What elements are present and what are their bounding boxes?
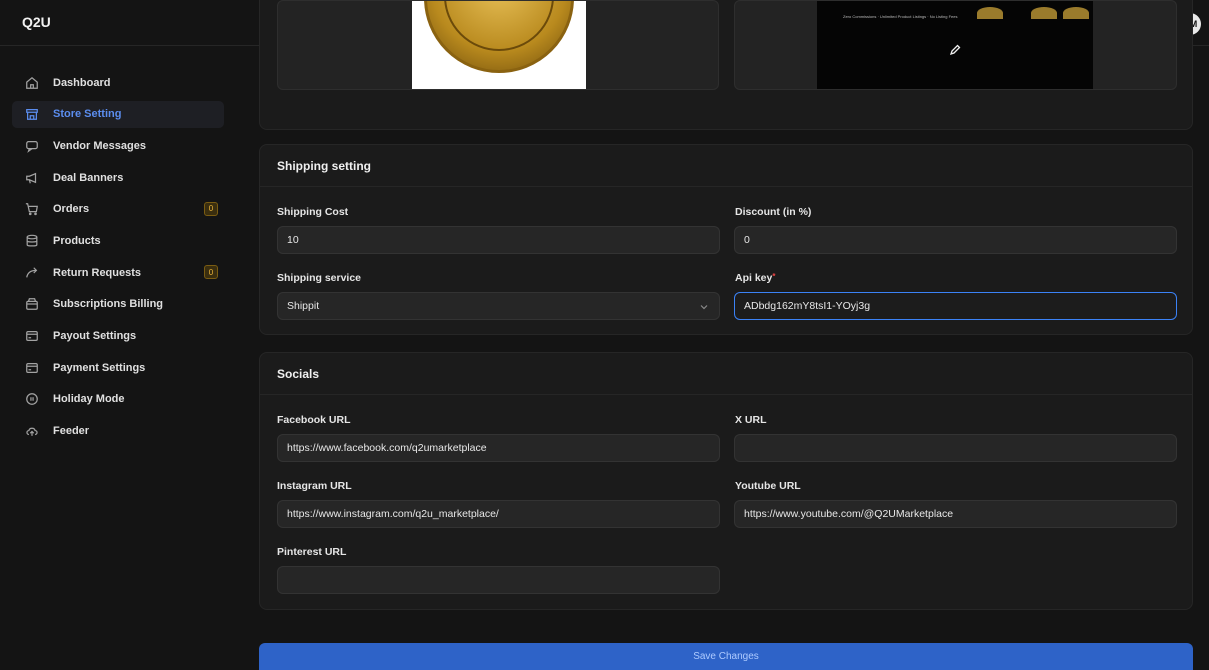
discount-input[interactable]: 0 — [734, 226, 1177, 254]
card-icon — [24, 360, 40, 376]
shipping-service-label: Shipping service — [277, 272, 362, 284]
sidebar-item-label: Payout Settings — [53, 330, 137, 342]
shipping-cost-label: Shipping Cost — [277, 206, 349, 218]
x-url-label: X URL — [735, 414, 767, 426]
sidebar-item-products[interactable]: Products — [12, 227, 224, 254]
banner-coin-graphic — [977, 7, 1003, 19]
store-logo-box[interactable] — [277, 0, 719, 90]
sidebar: Dashboard Store Setting Vendor Messages … — [0, 47, 234, 670]
sidebar-item-dashboard[interactable]: Dashboard — [12, 69, 224, 96]
socials-title: Socials — [260, 353, 1192, 395]
sidebar-item-holiday-mode[interactable]: Holiday Mode — [12, 386, 224, 413]
megaphone-icon — [24, 170, 40, 186]
discount-label: Discount (in %) — [735, 206, 812, 218]
sidebar-item-label: Subscriptions Billing — [53, 298, 164, 311]
sidebar-item-orders[interactable]: Orders 0 — [12, 196, 224, 223]
sidebar-item-label: Deal Banners — [53, 171, 124, 184]
store-banner-box[interactable]: Zero Commissions · Unlimited Product Lis… — [734, 0, 1177, 90]
pinterest-url-input[interactable] — [277, 566, 720, 594]
credit-card-icon — [24, 328, 40, 344]
home-icon — [24, 75, 40, 91]
sidebar-item-feeder[interactable]: Feeder — [12, 418, 224, 445]
save-changes-button[interactable]: Save Changes — [259, 643, 1193, 670]
shipping-setting-title: Shipping setting — [260, 145, 1192, 187]
sidebar-item-label: Vendor Messages — [53, 139, 146, 152]
sidebar-item-label: Return Requests — [53, 266, 142, 279]
sidebar-item-return-requests[interactable]: Return Requests 0 — [12, 259, 224, 286]
sidebar-item-payout-settings[interactable]: Payout Settings — [12, 323, 224, 350]
instagram-url-input[interactable]: https://www.instagram.com/q2u_marketplac… — [277, 500, 720, 528]
shipping-cost-input[interactable]: 10 — [277, 226, 720, 254]
sidebar-item-label: Orders — [53, 203, 90, 216]
required-asterisk: * — [772, 272, 776, 281]
sidebar-item-label: Payment Settings — [53, 361, 146, 374]
sidebar-item-store-setting[interactable]: Store Setting — [12, 100, 224, 128]
banner-caption: Zero Commissions · Unlimited Product Lis… — [843, 14, 958, 19]
pinterest-url-label: Pinterest URL — [277, 546, 347, 558]
facebook-url-label: Facebook URL — [277, 414, 351, 426]
app-logo[interactable]: Q2U — [22, 14, 51, 30]
edit-pencil-icon[interactable] — [948, 43, 962, 57]
sidebar-nav: Dashboard Store Setting Vendor Messages … — [12, 69, 224, 449]
sidebar-item-vendor-messages[interactable]: Vendor Messages — [12, 132, 224, 159]
sidebar-item-label: Dashboard — [53, 76, 111, 89]
youtube-url-input[interactable]: https://www.youtube.com/@Q2UMarketplace — [734, 500, 1177, 528]
api-key-label: Api key* — [735, 272, 775, 284]
shipping-service-select[interactable]: Shippit — [277, 292, 720, 320]
api-key-input[interactable]: ADbdg162mY8tsI1-YOyj3g — [734, 292, 1177, 320]
cart-icon — [24, 201, 40, 217]
chevron-down-icon — [700, 305, 708, 310]
sidebar-item-deal-banners[interactable]: Deal Banners — [12, 164, 224, 191]
sidebar-item-label: Feeder — [53, 425, 90, 438]
return-requests-count-badge: 0 — [204, 265, 218, 280]
store-banner-image: Zero Commissions · Unlimited Product Lis… — [817, 1, 1093, 89]
shipping-service-value: Shippit — [287, 300, 320, 312]
sidebar-item-label: Holiday Mode — [53, 393, 125, 406]
sidebar-item-subscriptions-billing[interactable]: Subscriptions Billing — [12, 291, 224, 318]
facebook-url-input[interactable]: https://www.facebook.com/q2umarketplace — [277, 434, 720, 462]
shipping-setting-card: Shipping setting Shipping Cost 10 Discou… — [259, 144, 1193, 335]
sidebar-item-label: Products — [53, 234, 101, 247]
database-icon — [24, 233, 40, 249]
sidebar-item-payment-settings[interactable]: Payment Settings — [12, 354, 224, 381]
store-images-card: Zero Commissions · Unlimited Product Lis… — [259, 0, 1193, 130]
message-icon — [24, 138, 40, 154]
youtube-url-label: Youtube URL — [735, 480, 801, 492]
instagram-url-label: Instagram URL — [277, 480, 352, 492]
wallet-icon — [24, 296, 40, 312]
cloud-upload-icon — [24, 423, 40, 439]
banner-coin-graphic — [1031, 7, 1057, 19]
socials-card: Socials Facebook URL https://www.faceboo… — [259, 352, 1193, 610]
api-key-label-text: Api key — [735, 272, 773, 284]
x-url-input[interactable] — [734, 434, 1177, 462]
sidebar-item-label: Store Setting — [53, 108, 122, 121]
pause-circle-icon — [24, 391, 40, 407]
store-icon — [24, 106, 40, 122]
banner-coin-graphic — [1063, 7, 1089, 19]
return-arrow-icon — [24, 265, 40, 281]
store-logo-image — [412, 1, 586, 89]
orders-count-badge: 0 — [204, 201, 218, 216]
